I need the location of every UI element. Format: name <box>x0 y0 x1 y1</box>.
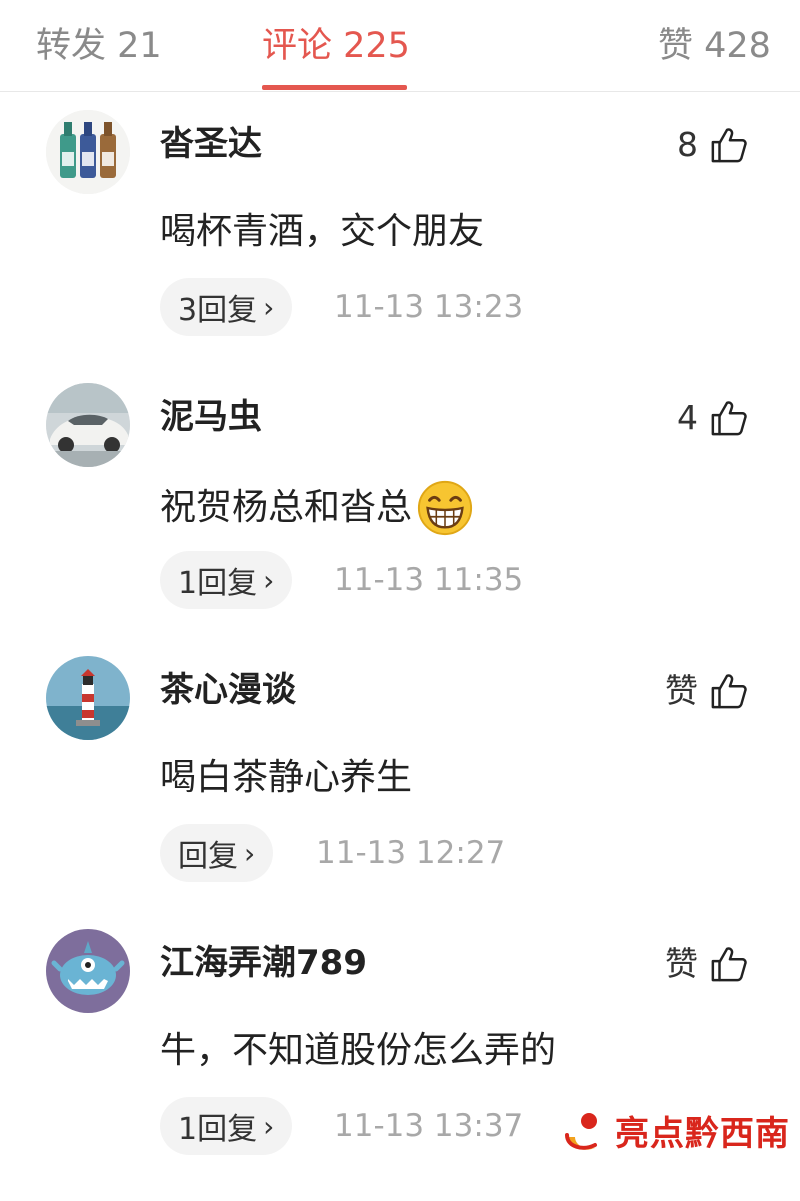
reply-label: 回复 <box>178 839 238 874</box>
comment-item: 沓圣达 8 喝杯青酒，交个朋友 3回复 › 11-13 13:23 <box>0 110 800 382</box>
reply-label: 1回复 <box>178 1112 258 1147</box>
reply-button[interactable]: 回复 › <box>160 824 274 882</box>
reply-button[interactable]: 1回复 › <box>160 1097 293 1155</box>
comment-item: 茶心漫谈 赞 喝白茶静心养生 回复 › 11-13 12:27 <box>0 656 800 928</box>
tab-comments[interactable]: 评论 225 <box>262 22 410 70</box>
thumbs-up-icon <box>711 128 747 163</box>
comment-item: 泥马虫 4 祝贺杨总和沓总 1回复 › 11-13 11:35 <box>0 383 800 655</box>
tab-likes[interactable]: 赞 428 <box>658 22 771 70</box>
like-count: 4 <box>677 398 698 437</box>
comment-text: 喝白茶静心养生 <box>160 752 412 804</box>
chevron-right-icon: › <box>263 563 275 597</box>
comment-time: 11-13 11:35 <box>334 562 524 598</box>
comment-item: 江海弄潮789 赞 牛，不知道股份怎么弄的 1回复 › 11-13 13:37 <box>0 929 800 1201</box>
active-tab-indicator <box>262 85 407 90</box>
thumbs-up-icon <box>711 401 747 436</box>
comment-username[interactable]: 沓圣达 <box>160 120 262 168</box>
comment-text-content: 牛，不知道股份怎么弄的 <box>160 1030 557 1071</box>
white-sports-car-avatar[interactable] <box>46 383 130 467</box>
like-button[interactable]: 4 <box>677 395 748 441</box>
watermark-logo-icon <box>565 1113 597 1150</box>
like-count: 赞 <box>665 944 698 983</box>
comment-username[interactable]: 泥马虫 <box>160 393 262 441</box>
comment-text-content: 祝贺杨总和沓总 <box>160 487 413 528</box>
reply-button[interactable]: 3回复 › <box>160 278 293 336</box>
watermark-text: 亮点黔西南 <box>615 1113 790 1154</box>
comment-time: 11-13 12:27 <box>316 835 506 871</box>
comment-text: 祝贺杨总和沓总 <box>160 479 474 537</box>
comment-text-content: 喝白茶静心养生 <box>160 757 413 798</box>
reply-label: 3回复 <box>178 293 258 328</box>
chevron-right-icon: › <box>263 290 275 324</box>
thumbs-up-icon <box>711 674 747 709</box>
lighthouse-avatar[interactable] <box>46 656 130 740</box>
chevron-right-icon: › <box>263 1109 275 1143</box>
comment-username[interactable]: 茶心漫谈 <box>160 666 296 714</box>
tab-reposts[interactable]: 转发 21 <box>36 22 162 70</box>
like-count: 8 <box>677 125 698 164</box>
comment-text: 牛，不知道股份怎么弄的 <box>160 1025 556 1077</box>
liquor-bottles-avatar[interactable] <box>46 110 130 194</box>
watermark: 亮点黔西南 <box>563 1105 790 1155</box>
like-button[interactable]: 8 <box>677 122 748 168</box>
like-count: 赞 <box>665 671 698 710</box>
comment-time: 11-13 13:23 <box>334 289 524 325</box>
like-button[interactable]: 赞 <box>665 941 748 987</box>
thumbs-up-icon <box>711 947 747 982</box>
chevron-right-icon: › <box>244 836 256 870</box>
grinning-face-emoji <box>417 480 473 536</box>
reply-label: 1回复 <box>178 566 258 601</box>
comment-text-content: 喝杯青酒，交个朋友 <box>160 211 485 252</box>
tab-bar: 转发 21 评论 225 赞 428 <box>0 0 800 92</box>
comment-username[interactable]: 江海弄潮789 <box>160 939 367 987</box>
like-button[interactable]: 赞 <box>665 668 748 714</box>
cartoon-monster-avatar[interactable] <box>46 929 130 1013</box>
reply-button[interactable]: 1回复 › <box>160 551 293 609</box>
comment-time: 11-13 13:37 <box>334 1108 524 1144</box>
comment-text: 喝杯青酒，交个朋友 <box>160 206 484 258</box>
